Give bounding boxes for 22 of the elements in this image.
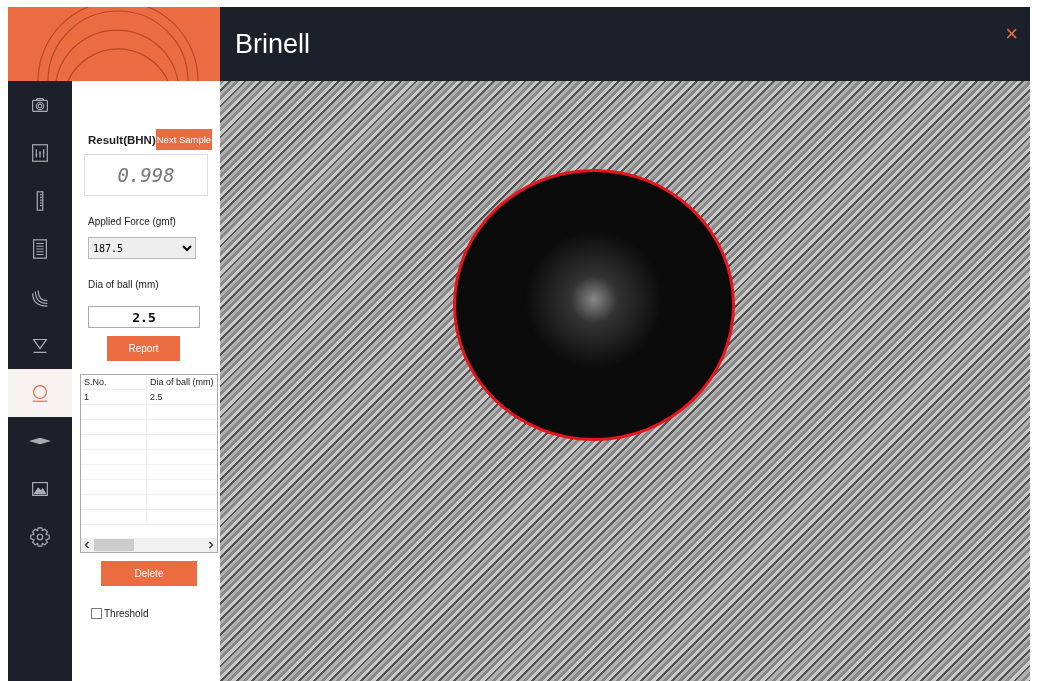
- next-sample-button[interactable]: Next Sample: [155, 129, 213, 150]
- column-header: S.No.: [81, 375, 147, 390]
- horizontal-scrollbar[interactable]: [81, 538, 217, 552]
- threshold-checkbox[interactable]: [91, 608, 102, 619]
- threshold-label: Threshold: [104, 608, 149, 619]
- table-cell: 1: [81, 389, 147, 405]
- applied-force-label: Applied Force (gmf): [88, 216, 177, 227]
- ball-diameter-field[interactable]: 2.5: [88, 306, 200, 328]
- table-cell: 2.5: [146, 389, 217, 405]
- result-label: Result(BHN): [88, 133, 156, 146]
- report-button[interactable]: Report: [107, 336, 180, 361]
- window-title: Brinell: [235, 28, 311, 60]
- result-display: 0.998: [84, 154, 208, 196]
- column-header: Dia of ball (mm): [146, 375, 217, 390]
- scroll-right-icon[interactable]: [208, 541, 214, 549]
- applied-force-dropdown[interactable]: 187.5: [88, 237, 196, 259]
- scroll-left-icon[interactable]: [84, 541, 90, 549]
- ball-diameter-label: Dia of ball (mm): [88, 279, 160, 290]
- settings-icon: [29, 526, 51, 548]
- close-button[interactable]: ×: [1003, 21, 1020, 47]
- delete-button[interactable]: Delete: [101, 561, 197, 586]
- sliders-icon: [29, 142, 51, 164]
